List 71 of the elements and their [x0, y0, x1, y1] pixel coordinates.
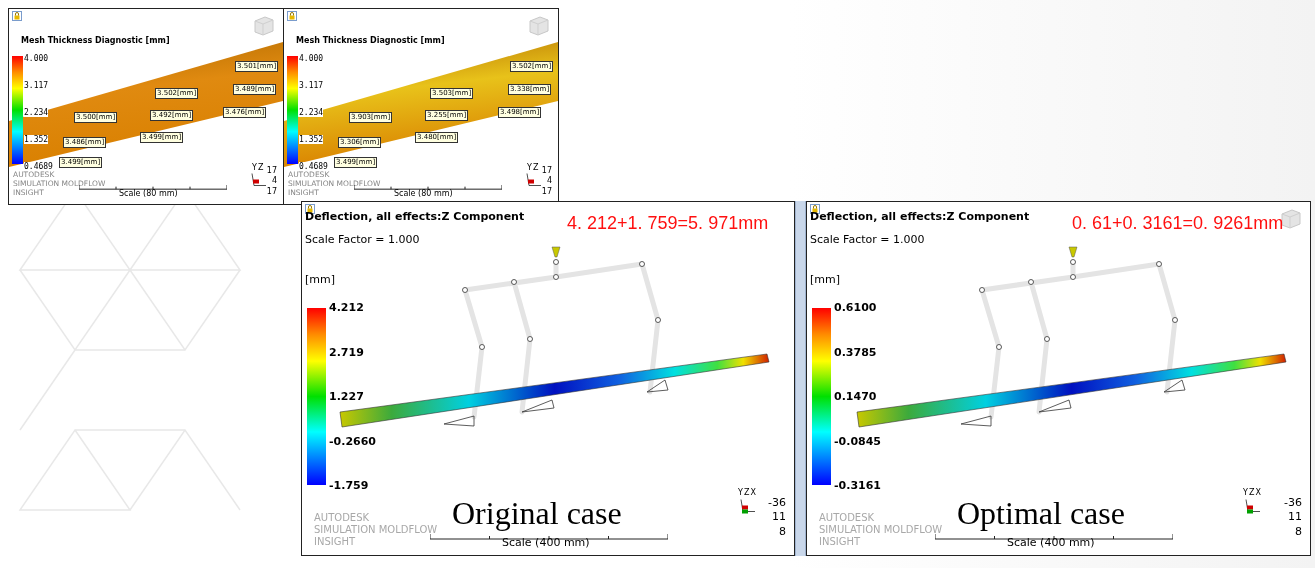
view-angle-value: 11 — [771, 510, 786, 525]
axis-letter: Y — [527, 163, 532, 172]
view-angle-value: 17 — [266, 186, 277, 198]
legend-value: -0.0845 — [834, 434, 881, 448]
axis-letter: Z — [743, 488, 750, 497]
legend-value: 4.000 — [24, 54, 49, 63]
scale-factor-label: Scale Factor = 1.000 — [305, 233, 420, 246]
view-angle-value: -36 — [1284, 496, 1302, 511]
axis-letter: Y — [1243, 488, 1248, 497]
axis-triad-icon — [1245, 499, 1261, 514]
brand-label: INSIGHT — [314, 536, 357, 548]
legend-value: 0.6100 — [834, 301, 877, 314]
scale-label: Scale (80 mm) — [119, 189, 178, 198]
view-cube-icon[interactable] — [1280, 208, 1302, 230]
view-angle-value: 17 — [541, 166, 552, 176]
legend-value: 1.352 — [24, 135, 49, 144]
scale-label: Scale (400 mm) — [1007, 536, 1095, 549]
plot-title: Mesh Thickness Diagnostic [mm] — [21, 36, 170, 45]
lock-icon[interactable] — [305, 204, 315, 214]
axis-triad-icon — [251, 173, 267, 188]
case-caption: Original case — [452, 495, 622, 532]
plot-title: Deflection, all effects:Z Component — [305, 210, 525, 223]
scale-label: Scale (400 mm) — [502, 536, 590, 549]
view-angle-value: 17 — [541, 186, 552, 198]
brand-label: SIMULATION MOLDFLOW — [819, 524, 943, 536]
legend-value: 2.234 — [299, 108, 324, 117]
plot-title: Deflection, all effects:Z Component — [810, 210, 1030, 223]
axis-letter: X — [750, 488, 756, 497]
legend-value: 2.719 — [329, 345, 364, 359]
legend-value: 4.000 — [299, 54, 324, 63]
view-angle-value: 11 — [1287, 510, 1302, 525]
unit-label: [mm] — [305, 273, 335, 286]
legend-value: 1.227 — [329, 390, 364, 403]
case-caption: Optimal case — [957, 495, 1125, 532]
legend-value: 0.1470 — [834, 390, 877, 403]
legend-value: 0.3785 — [834, 345, 877, 359]
brand-label: AUTODESK — [819, 512, 876, 524]
axis-letter: Z — [257, 163, 264, 172]
legend-value: 4.212 — [329, 301, 364, 314]
lock-icon[interactable] — [810, 204, 820, 214]
legend-value: -0.3161 — [834, 479, 881, 492]
brand-label: INSIGHT — [819, 536, 862, 548]
view-angle-value: 4 — [545, 176, 552, 187]
legend-value: 3.117 — [299, 81, 324, 90]
legend-value: 3.117 — [24, 81, 49, 90]
axis-letter: Z — [532, 163, 539, 172]
axis-triad-icon — [740, 499, 756, 514]
axis-letter: X — [1255, 488, 1261, 497]
view-angle-value: -36 — [768, 496, 786, 511]
scale-label: Scale (80 mm) — [394, 189, 453, 198]
legend-value: 0.4689 — [299, 162, 328, 171]
legend-value: -1.759 — [329, 479, 369, 492]
view-angle-value: 4 — [270, 176, 277, 187]
axis-letter: Z — [1248, 488, 1255, 497]
view-angle-value: 8 — [778, 524, 786, 539]
legend-value: -0.2660 — [329, 434, 376, 448]
brand-label: AUTODESK — [314, 512, 371, 524]
view-angle-value: 8 — [1294, 524, 1302, 539]
view-angle-value: 17 — [266, 166, 277, 176]
deflection-annotation: 4. 212+1. 759=5. 971mm — [567, 213, 769, 234]
brand-label: SIMULATION MOLDFLOW — [314, 524, 438, 536]
legend-value: 2.234 — [24, 108, 49, 117]
scale-factor-label: Scale Factor = 1.000 — [810, 233, 925, 246]
legend-value: 0.4689 — [24, 162, 53, 171]
axis-letter: Y — [252, 163, 257, 172]
deflection-annotation: 0. 61+0. 3161=0. 9261mm — [1072, 213, 1284, 234]
axis-letter: Y — [738, 488, 743, 497]
axis-triad-icon — [526, 173, 542, 188]
legend-value: 1.352 — [299, 135, 324, 144]
unit-label: [mm] — [810, 273, 840, 286]
plot-title: Mesh Thickness Diagnostic [mm] — [296, 36, 445, 45]
